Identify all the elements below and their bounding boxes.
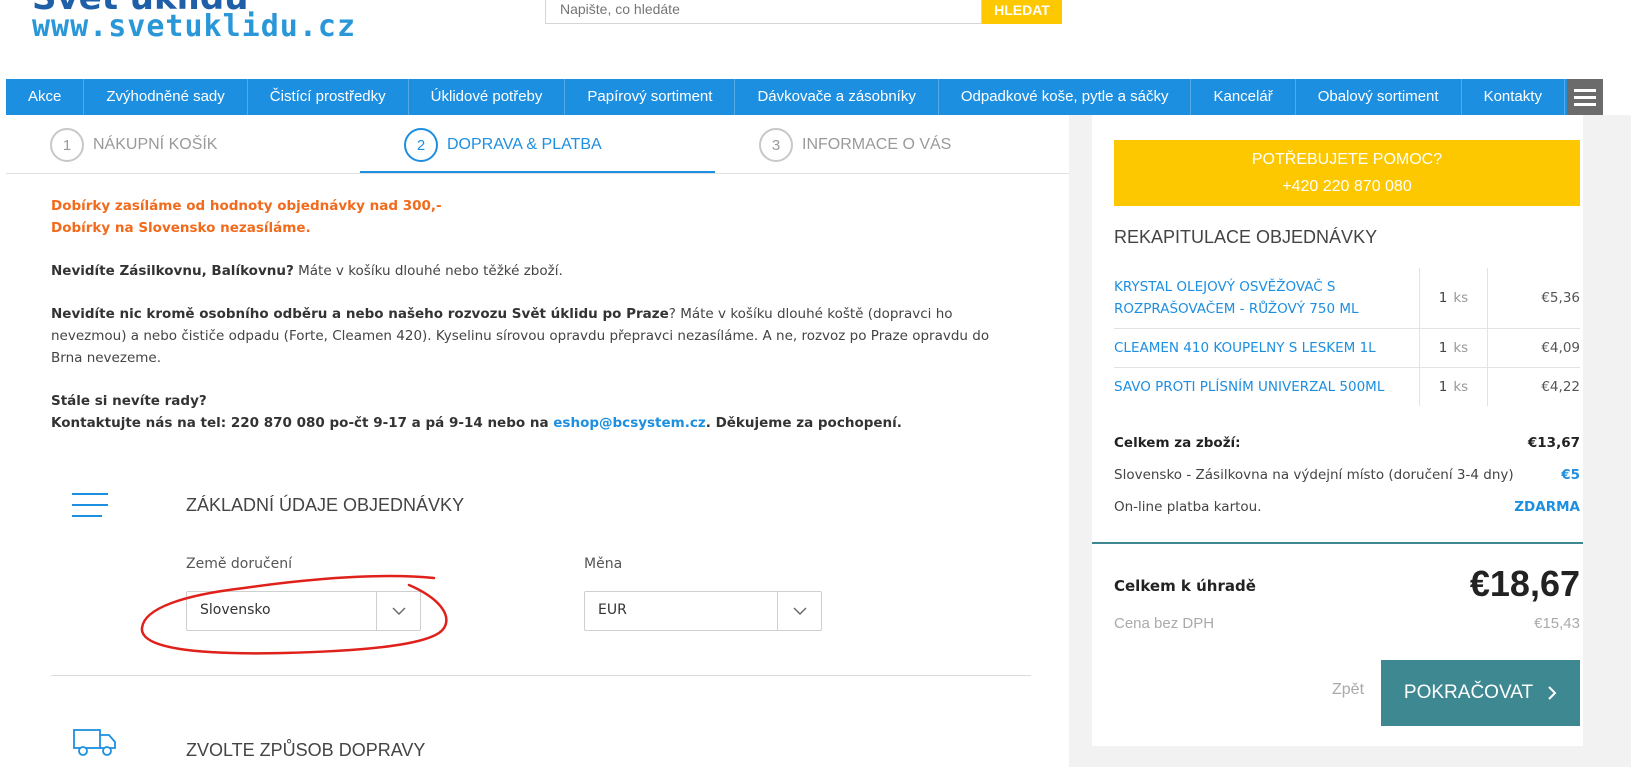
order-items: KRYSTAL OLEJOVÝ OSVĚŽOVAČ S ROZPRAŠOVAČE… [1114, 268, 1580, 406]
nav-item-obalovy-sortiment[interactable]: Obalový sortiment [1296, 79, 1462, 115]
item-price: €5,36 [1487, 268, 1580, 328]
payment-label: On-line platba kartou. [1114, 499, 1262, 515]
shipping-row: Slovensko - Zásilkovna na výdejní místo … [1114, 467, 1580, 483]
shipping-method-title: ZVOLTE ZPŮSOB DOPRAVY [186, 740, 426, 760]
shipping-value: €5 [1561, 467, 1580, 483]
search-input[interactable] [546, 0, 981, 23]
step-label: INFORMACE O VÁS [802, 136, 952, 153]
help-title: POTŘEBUJETE POMOC? [1251, 151, 1443, 168]
step-number: 3 [759, 128, 793, 162]
payment-row: On-line platba kartou. ZDARMA [1114, 499, 1580, 515]
logo-url-text: www.svetuklidu.cz [32, 9, 357, 44]
net-price-label: Cena bez DPH [1114, 615, 1215, 632]
email-link[interactable]: eshop@bcsystem.cz [553, 415, 705, 431]
chevron-right-icon [1548, 686, 1557, 700]
item-price: €4,22 [1487, 368, 1580, 406]
order-summary: POTŘEBUJETE POMOC? +420 220 870 080 REKA… [1092, 115, 1583, 746]
list-item: KRYSTAL OLEJOVÝ OSVĚŽOVAČ S ROZPRAŠOVAČE… [1114, 268, 1580, 329]
help-phone: +420 220 870 080 [1282, 178, 1412, 195]
step-label: NÁKUPNÍ KOŠÍK [93, 136, 218, 153]
cod-warning-2: Dobírky na Slovensko nezasíláme. [51, 220, 311, 236]
net-price-value: €15,43 [1534, 615, 1580, 632]
qty-value: 1 [1438, 340, 1448, 356]
chevron-down-icon [376, 592, 420, 630]
truck-icon [73, 729, 116, 756]
search-box [545, 0, 982, 24]
main-navigation: Akce Zvýhodněné sady Čistící prostředky … [6, 79, 1603, 115]
continue-button[interactable]: POKRAČOVAT [1381, 660, 1580, 726]
list-item: SAVO PROTI PLÍSNÍM UNIVERZAL 500ML 1 ks €… [1114, 368, 1580, 406]
section-divider [51, 675, 1031, 676]
basic-info-title: ZÁKLADNÍ ÚDAJE OBJEDNÁVKY [186, 495, 465, 515]
list-icon [72, 493, 108, 526]
currency-label: Měna [584, 556, 623, 572]
active-step-underline [360, 171, 715, 173]
country-select[interactable]: Slovensko [186, 591, 421, 631]
goods-total-row: Celkem za zboží: €13,67 [1114, 435, 1580, 451]
goods-total-value: €13,67 [1527, 435, 1580, 451]
back-link[interactable]: Zpět [1332, 681, 1364, 699]
help-box[interactable]: POTŘEBUJETE POMOC? +420 220 870 080 [1114, 140, 1580, 206]
item-name-link[interactable]: CLEAMEN 410 KOUPELNY S LESKEM 1L [1114, 329, 1419, 367]
payment-value: ZDARMA [1514, 499, 1580, 515]
notice-3-bold: Nevidíte nic kromě osobního odběru a neb… [51, 306, 669, 322]
checkout-steps: 1 NÁKUPNÍ KOŠÍK 2 DOPRAVA & PLATBA 3 INF… [6, 115, 1069, 174]
grand-total-value: €18,67 [1469, 563, 1580, 604]
notice-4-line2a: Kontaktujte nás na tel: 220 870 080 po-č… [51, 415, 554, 431]
item-name-link[interactable]: SAVO PROTI PLÍSNÍM UNIVERZAL 500ML [1114, 368, 1419, 406]
checkout-main: 1 NÁKUPNÍ KOŠÍK 2 DOPRAVA & PLATBA 3 INF… [6, 115, 1069, 767]
item-quantity: 1 ks [1419, 368, 1487, 406]
nav-item-uklidove-potreby[interactable]: Úklidové potřeby [409, 79, 566, 115]
step-label: DOPRAVA & PLATBA [447, 136, 602, 153]
nav-item-cistici-prostredky[interactable]: Čistící prostředky [248, 79, 409, 115]
qty-unit: ks [1453, 290, 1469, 306]
list-item: CLEAMEN 410 KOUPELNY S LESKEM 1L 1 ks €4,… [1114, 329, 1580, 368]
item-price: €4,09 [1487, 329, 1580, 367]
notice-2-bold: Nevidíte Zásilkovnu, Balíkovnu? [51, 263, 294, 279]
notice-2-text: Máte v košíku dlouhé nebo těžké zboží. [293, 263, 563, 279]
shipping-label: Slovensko - Zásilkovna na výdejní místo … [1114, 467, 1514, 483]
site-logo[interactable]: Svět úklidu www.svetuklidu.cz [32, 0, 362, 46]
step-cart[interactable]: 1 NÁKUPNÍ KOŠÍK [50, 127, 217, 163]
grand-total-label: Celkem k úhradě [1114, 577, 1256, 595]
step-number: 1 [50, 128, 84, 162]
country-value: Slovensko [200, 602, 271, 618]
item-quantity: 1 ks [1419, 329, 1487, 367]
nav-item-papirovy-sortiment[interactable]: Papírový sortiment [565, 79, 736, 115]
cod-warning-1: Dobírky zasíláme od hodnoty objednávky n… [51, 198, 442, 214]
qty-value: 1 [1438, 290, 1448, 306]
step-customer-info[interactable]: 3 INFORMACE O VÁS [759, 127, 951, 163]
shipping-info-notice: Dobírky zasíláme od hodnoty objednávky n… [51, 195, 1011, 455]
step-shipping-payment[interactable]: 2 DOPRAVA & PLATBA [404, 127, 602, 163]
currency-select[interactable]: EUR [584, 591, 822, 631]
search-button[interactable]: HLEDAT [982, 0, 1062, 24]
nav-item-odpadkove-kose[interactable]: Odpadkové koše, pytle a sáčky [939, 79, 1192, 115]
qty-unit: ks [1453, 379, 1469, 395]
step-number: 2 [404, 128, 438, 162]
currency-value: EUR [598, 602, 627, 618]
nav-item-zvyhodnene-sady[interactable]: Zvýhodněné sady [84, 79, 248, 115]
nav-item-kancelar[interactable]: Kancelář [1191, 79, 1296, 115]
qty-unit: ks [1453, 340, 1469, 356]
qty-value: 1 [1438, 379, 1448, 395]
notice-4-line1: Stále si nevíte rady? [51, 393, 207, 409]
nav-item-akce[interactable]: Akce [6, 79, 85, 115]
goods-total-label: Celkem za zboží: [1114, 435, 1241, 451]
chevron-down-icon [777, 592, 821, 630]
item-quantity: 1 ks [1419, 268, 1487, 328]
nav-item-kontakty[interactable]: Kontakty [1462, 79, 1565, 115]
nav-item-davkovace[interactable]: Dávkovače a zásobníky [735, 79, 939, 115]
summary-divider [1092, 542, 1583, 544]
recap-title: REKAPITULACE OBJEDNÁVKY [1114, 227, 1378, 247]
notice-4-line2b: . Děkujeme za pochopení. [705, 415, 902, 431]
item-name-link[interactable]: KRYSTAL OLEJOVÝ OSVĚŽOVAČ S ROZPRAŠOVAČE… [1114, 268, 1419, 328]
country-label: Země doručení [186, 556, 293, 572]
continue-label: POKRAČOVAT [1403, 682, 1534, 703]
hamburger-icon[interactable] [1567, 79, 1603, 115]
